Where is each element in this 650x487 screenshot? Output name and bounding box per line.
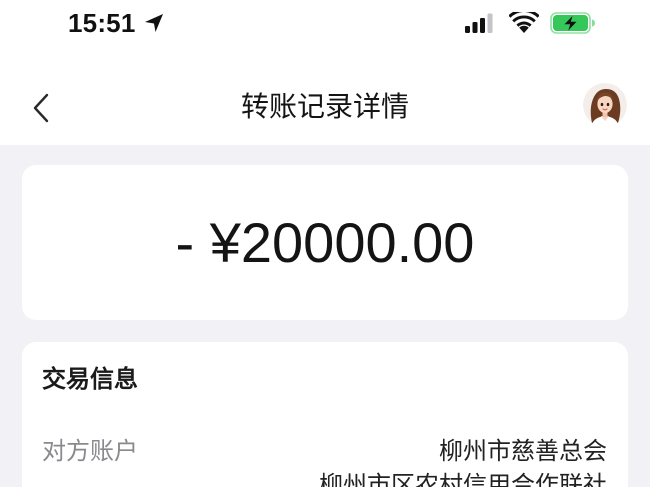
amount-card: - ¥20000.00 — [22, 165, 628, 320]
wifi-icon — [509, 12, 539, 33]
counterparty-bank-name: 柳州市区农村信用合作联社 — [319, 472, 607, 487]
section-title: 交易信息 — [42, 366, 138, 393]
counterparty-account-name: 柳州市慈善总会 — [439, 438, 607, 465]
transaction-info-card: 交易信息 对方账户 柳州市慈善总会 柳州市区农村信用合作联社 — [22, 342, 628, 487]
transfer-detail-screen: 15:51 转账记录详情 - ¥20000.00 交易信息 对方账户 柳州市慈善… — [0, 0, 650, 487]
status-time: 15:51 — [68, 8, 136, 38]
avatar[interactable] — [583, 83, 627, 127]
counterparty-account-label: 对方账户 — [42, 438, 138, 465]
avatar-woman-icon — [583, 83, 627, 127]
location-arrow-icon — [145, 14, 163, 32]
transfer-amount: - ¥20000.00 — [175, 211, 475, 274]
battery-charging-icon — [550, 12, 595, 34]
cellular-signal-icon — [465, 13, 493, 33]
page-title: 转账记录详情 — [240, 91, 409, 122]
